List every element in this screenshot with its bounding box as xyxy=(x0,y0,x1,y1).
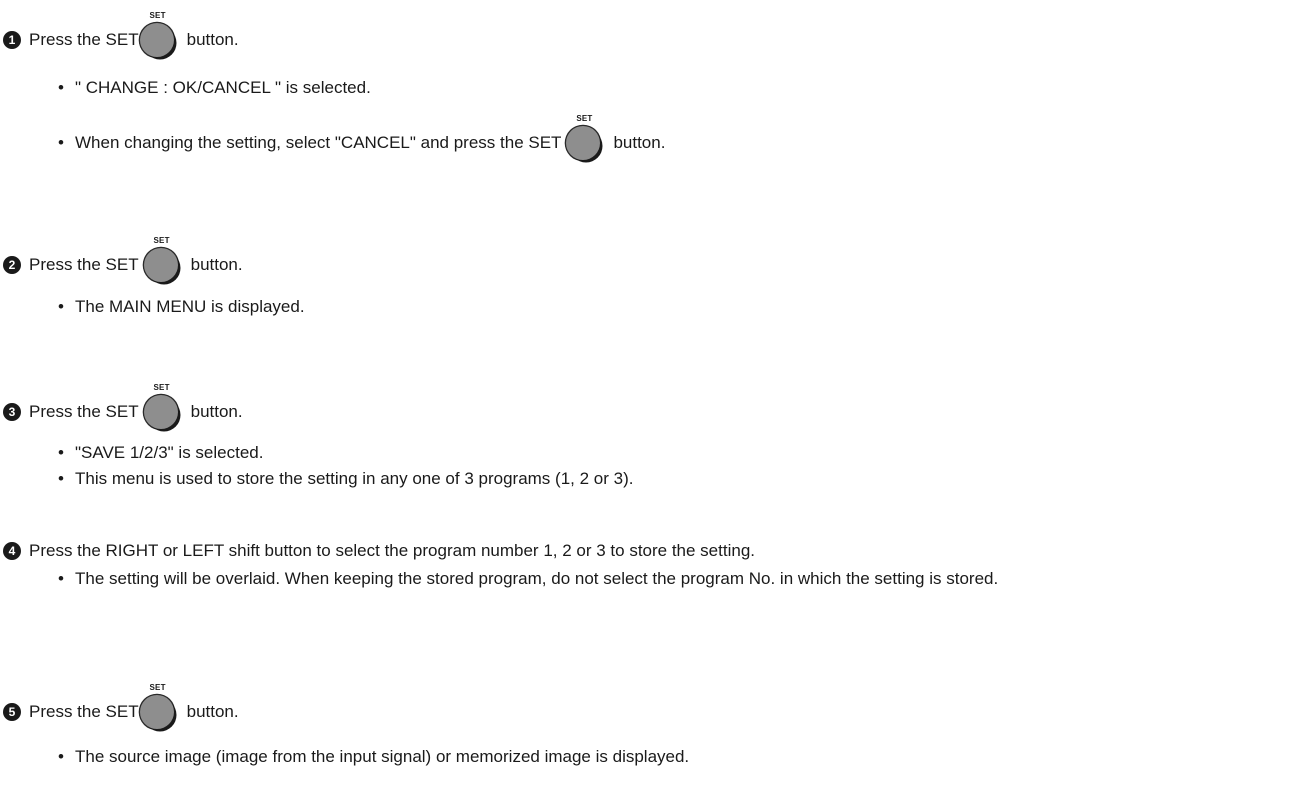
step-1-bullets: " CHANGE : OK/CANCEL " is selected. When… xyxy=(0,75,1310,163)
step-2-text-after: button. xyxy=(190,255,243,274)
step-2: 2 Press the SET SET button. The MAIN MEN… xyxy=(0,236,1310,320)
set-button-label: SET xyxy=(153,383,170,392)
bullet-item: This menu is used to store the setting i… xyxy=(0,466,1310,492)
step-1-text: Press the SET xyxy=(29,30,139,49)
step-number-4: 4 xyxy=(3,542,21,560)
set-button-icon: SET xyxy=(139,11,177,59)
step-4-line: 4 Press the RIGHT or LEFT shift button t… xyxy=(0,538,1310,564)
step-2-line: 2 Press the SET SET button. xyxy=(0,236,1310,285)
step-4-bullets: The setting will be overlaid. When keepi… xyxy=(0,566,1310,592)
set-button-knob xyxy=(566,126,601,160)
set-button-label: SET xyxy=(576,114,593,123)
step-3-line: 3 Press the SET SET button. xyxy=(0,383,1310,432)
step-number-2: 2 xyxy=(3,256,21,274)
bullet-item: When changing the setting, select "CANCE… xyxy=(0,114,1310,163)
bullet-item: " CHANGE : OK/CANCEL " is selected. xyxy=(0,75,1310,101)
step-3-text-after: button. xyxy=(190,402,243,421)
step-3-bullets: "SAVE 1/2/3" is selected. This menu is u… xyxy=(0,440,1310,492)
step-5-bullets: The source image (image from the input s… xyxy=(0,744,1310,770)
step-2-bullets: The MAIN MENU is displayed. xyxy=(0,294,1310,320)
set-button-icon: SET xyxy=(143,236,181,284)
set-button-knob xyxy=(143,395,178,429)
bullet-item: The source image (image from the input s… xyxy=(0,744,1310,770)
step-number-3: 3 xyxy=(3,403,21,421)
set-button-icon: SET xyxy=(139,683,177,731)
step-4-text: Press the RIGHT or LEFT shift button to … xyxy=(29,541,755,560)
bullet-item: The MAIN MENU is displayed. xyxy=(0,294,1310,320)
step-number-5: 5 xyxy=(3,703,21,721)
step-5: 5 Press the SET SET button. The source i… xyxy=(0,683,1310,770)
bullet-item: The setting will be overlaid. When keepi… xyxy=(0,566,1310,592)
set-button-knob xyxy=(143,248,178,282)
set-button-icon: SET xyxy=(143,383,181,431)
bullet-text-after: button. xyxy=(613,133,666,152)
set-button-knob xyxy=(139,23,174,57)
set-button-label: SET xyxy=(149,683,166,692)
step-5-text-after: button. xyxy=(186,702,239,721)
set-button-knob xyxy=(139,695,174,729)
step-5-line: 5 Press the SET SET button. xyxy=(0,683,1310,732)
set-button-label: SET xyxy=(149,11,166,20)
step-5-text: Press the SET xyxy=(29,702,139,721)
step-2-text: Press the SET xyxy=(29,255,139,274)
step-1: 1 Press the SET SET button. " CHANGE : O… xyxy=(0,11,1310,163)
step-1-text-after: button. xyxy=(186,30,239,49)
step-3-text: Press the SET xyxy=(29,402,139,421)
step-3: 3 Press the SET SET button. "SAVE 1/2/3"… xyxy=(0,383,1310,492)
bullet-item: "SAVE 1/2/3" is selected. xyxy=(0,440,1310,466)
set-button-icon: SET xyxy=(565,114,603,162)
step-1-line: 1 Press the SET SET button. xyxy=(0,11,1310,60)
step-number-1: 1 xyxy=(3,31,21,49)
instruction-page: 1 Press the SET SET button. " CHANGE : O… xyxy=(0,0,1310,807)
step-4: 4 Press the RIGHT or LEFT shift button t… xyxy=(0,538,1310,592)
bullet-text: When changing the setting, select "CANCE… xyxy=(75,133,562,152)
set-button-label: SET xyxy=(153,236,170,245)
